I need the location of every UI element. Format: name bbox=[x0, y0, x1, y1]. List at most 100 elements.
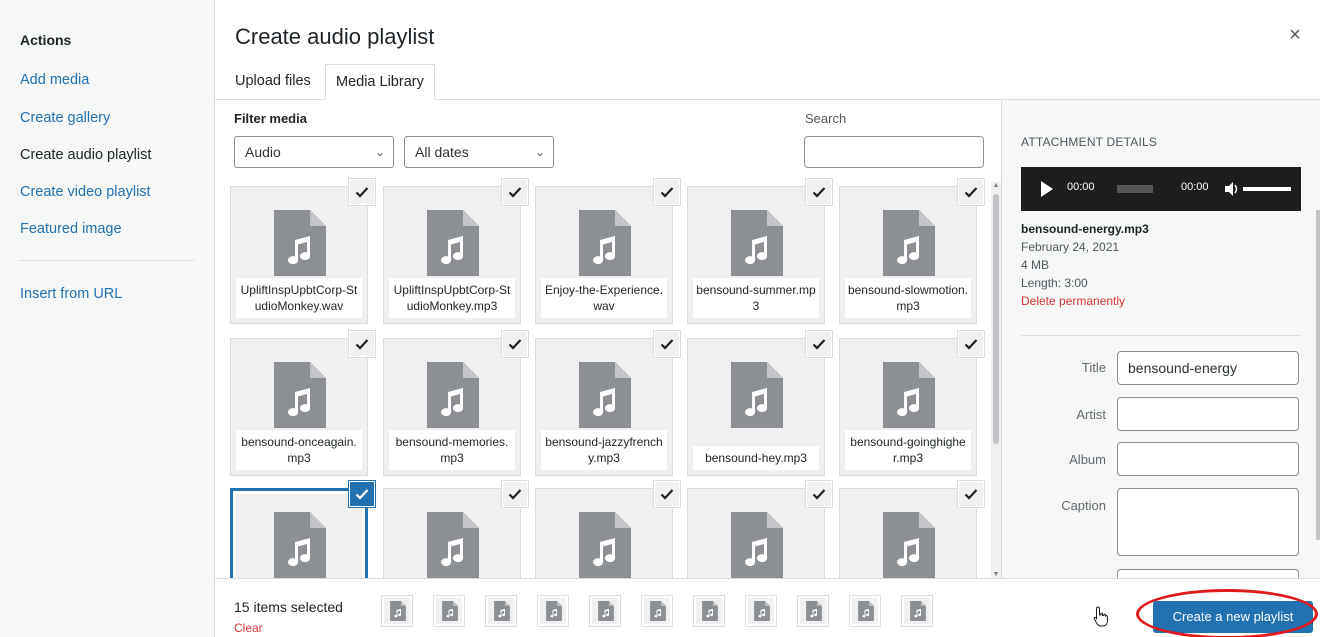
date-select[interactable]: All dates ⌄ bbox=[404, 136, 554, 168]
checkmark-icon bbox=[355, 339, 369, 350]
select-checkbox[interactable] bbox=[959, 482, 983, 506]
select-checkbox[interactable] bbox=[655, 332, 679, 356]
album-field[interactable] bbox=[1117, 442, 1299, 476]
attachment-date: February 24, 2021 bbox=[1021, 240, 1120, 254]
sidebar-item-add-media[interactable]: Add media bbox=[20, 72, 89, 88]
attachment-details-heading: Attachment Details bbox=[1021, 135, 1158, 149]
play-icon[interactable] bbox=[1041, 181, 1053, 197]
audio-file-icon bbox=[731, 512, 783, 578]
page-title: Create audio playlist bbox=[235, 24, 435, 49]
filter-media-label: Filter media bbox=[234, 111, 307, 126]
selected-thumbnail[interactable] bbox=[433, 595, 465, 627]
selected-thumbnail[interactable] bbox=[849, 595, 881, 627]
create-new-playlist-button[interactable]: Create a new playlist bbox=[1153, 601, 1313, 633]
checkmark-icon bbox=[508, 489, 522, 500]
title-field[interactable]: bensound-energy bbox=[1117, 351, 1299, 385]
selected-thumbnail[interactable] bbox=[745, 595, 777, 627]
audio-file-icon bbox=[427, 362, 479, 428]
audio-player[interactable]: 00:00 00:00 bbox=[1021, 167, 1301, 211]
media-tile[interactable] bbox=[839, 482, 983, 578]
select-checkbox[interactable] bbox=[807, 482, 831, 506]
media-tile[interactable]: bensound-hey.mp3 bbox=[687, 332, 831, 476]
panel-scrollbar[interactable] bbox=[1316, 210, 1320, 540]
close-icon[interactable]: × bbox=[1284, 24, 1306, 46]
caption-label: Caption bbox=[1061, 498, 1106, 513]
media-tile[interactable]: UpliftInspUpbtCorp-StudioMonkey.wav bbox=[230, 180, 374, 324]
sidebar-item-insert-from-url[interactable]: Insert from URL bbox=[20, 286, 122, 302]
select-checkbox[interactable] bbox=[503, 332, 527, 356]
select-checkbox[interactable] bbox=[350, 482, 374, 506]
scroll-up-arrow-icon[interactable]: ▲ bbox=[991, 182, 1001, 189]
audio-file-icon bbox=[579, 512, 631, 578]
media-type-select[interactable]: Audio ⌄ bbox=[234, 136, 394, 168]
media-tile[interactable]: bensound-memories.mp3 bbox=[383, 332, 527, 476]
audio-file-icon bbox=[579, 362, 631, 428]
sidebar-item-create-audio-playlist[interactable]: Create audio playlist bbox=[20, 147, 151, 163]
scroll-down-arrow-icon[interactable]: ▼ bbox=[991, 571, 1001, 578]
media-tile[interactable]: bensound- bbox=[535, 482, 679, 578]
checkmark-icon bbox=[812, 187, 826, 198]
chevron-down-icon: ⌄ bbox=[534, 145, 545, 159]
scrollbar-thumb[interactable] bbox=[993, 194, 999, 444]
album-label: Album bbox=[1069, 452, 1106, 467]
volume-icon[interactable] bbox=[1223, 180, 1241, 198]
media-filename: bensound-slowmotion.mp3 bbox=[845, 278, 971, 318]
attachment-size: 4 MB bbox=[1021, 258, 1050, 272]
media-filename: UpliftInspUpbtCorp-StudioMonkey.wav bbox=[236, 278, 362, 318]
media-tile[interactable]: bensound-goinghigher.mp3 bbox=[839, 332, 983, 476]
select-checkbox[interactable] bbox=[959, 180, 983, 204]
grid-scrollbar[interactable]: ▲ ▼ bbox=[991, 182, 1001, 578]
audio-file-icon bbox=[754, 601, 770, 621]
search-input[interactable] bbox=[804, 136, 984, 168]
audio-file-icon bbox=[858, 601, 874, 621]
selected-thumbnail[interactable] bbox=[537, 595, 569, 627]
audio-file-icon bbox=[546, 601, 562, 621]
delete-permanently-link[interactable]: Delete permanently bbox=[1021, 294, 1125, 308]
checkmark-icon bbox=[660, 339, 674, 350]
select-checkbox[interactable] bbox=[807, 332, 831, 356]
media-tile[interactable]: bensound-slowmotion.mp3 bbox=[839, 180, 983, 324]
selected-thumbnail[interactable] bbox=[901, 595, 933, 627]
attachment-details-panel: Attachment Details 00:00 00:00 bensound-… bbox=[1001, 100, 1320, 581]
tab-media-library[interactable]: Media Library bbox=[325, 64, 435, 100]
media-tile[interactable] bbox=[687, 482, 831, 578]
tab-upload-files[interactable]: Upload files bbox=[225, 64, 321, 100]
select-checkbox[interactable] bbox=[807, 180, 831, 204]
selected-thumbnail[interactable] bbox=[641, 595, 673, 627]
artist-label: Artist bbox=[1076, 407, 1106, 422]
media-tile[interactable]: bensound-onceagain.mp3 bbox=[230, 332, 374, 476]
artist-field[interactable] bbox=[1117, 397, 1299, 431]
sidebar-item-create-gallery[interactable]: Create gallery bbox=[20, 110, 110, 126]
media-tile[interactable]: Enjoy-the-Experience.wav bbox=[535, 180, 679, 324]
selected-thumbnail[interactable] bbox=[381, 595, 413, 627]
caption-field[interactable] bbox=[1117, 488, 1299, 556]
media-tile[interactable]: bensound-jazzyfrenchy.mp3 bbox=[535, 332, 679, 476]
selected-thumbnail[interactable] bbox=[589, 595, 621, 627]
media-sidebar: Actions Add media Create gallery Create … bbox=[0, 0, 215, 637]
clear-selection-link[interactable]: Clear bbox=[234, 621, 263, 635]
select-checkbox[interactable] bbox=[350, 332, 374, 356]
selected-thumbnail[interactable] bbox=[485, 595, 517, 627]
select-checkbox[interactable] bbox=[503, 482, 527, 506]
media-filename: bensound-goinghigher.mp3 bbox=[845, 430, 971, 470]
attachment-length: Length: 3:00 bbox=[1021, 276, 1088, 290]
media-tile[interactable]: UpliftInspUpbtCorp-StudioMonkey.mp3 bbox=[383, 180, 527, 324]
selected-thumbnail[interactable] bbox=[797, 595, 829, 627]
sidebar-item-create-video-playlist[interactable]: Create video playlist bbox=[20, 184, 151, 200]
select-checkbox[interactable] bbox=[959, 332, 983, 356]
selected-thumbnail[interactable] bbox=[693, 595, 725, 627]
title-label: Title bbox=[1081, 360, 1106, 375]
volume-slider[interactable] bbox=[1243, 187, 1291, 191]
player-progress-bar[interactable] bbox=[1117, 185, 1153, 193]
select-checkbox[interactable] bbox=[350, 180, 374, 204]
media-tile[interactable]: bensound- bbox=[383, 482, 527, 578]
media-tile[interactable]: bensound-summer.mp3 bbox=[687, 180, 831, 324]
select-checkbox[interactable] bbox=[503, 180, 527, 204]
media-filename: bensound-onceagain.mp3 bbox=[236, 430, 362, 470]
select-checkbox[interactable] bbox=[655, 482, 679, 506]
audio-file-icon bbox=[702, 601, 718, 621]
media-tile[interactable] bbox=[230, 482, 374, 578]
select-checkbox[interactable] bbox=[655, 180, 679, 204]
audio-file-icon bbox=[883, 362, 935, 428]
sidebar-item-featured-image[interactable]: Featured image bbox=[20, 221, 122, 237]
